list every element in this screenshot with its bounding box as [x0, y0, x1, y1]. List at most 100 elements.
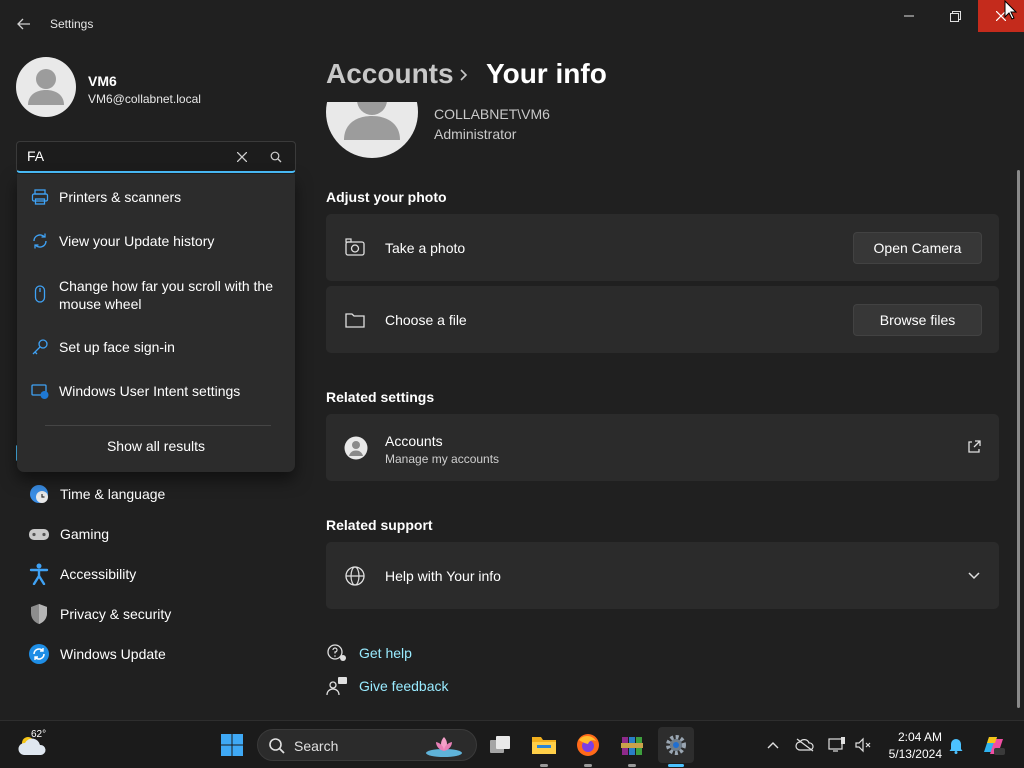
minimize-button[interactable] — [886, 0, 932, 32]
firefox-icon — [577, 734, 599, 756]
show-hidden-icons-button[interactable] — [762, 734, 784, 756]
restore-icon — [949, 10, 961, 22]
user-icon — [28, 69, 64, 105]
take-photo-label: Take a photo — [385, 240, 466, 256]
user-circle-icon — [344, 436, 368, 460]
copilot-icon — [984, 737, 1005, 755]
winrar-button[interactable] — [614, 727, 650, 763]
scrollbar[interactable] — [1017, 170, 1020, 708]
monitor-shield-icon — [31, 382, 49, 400]
search-result-label: Windows User Intent settings — [59, 383, 241, 399]
minimize-icon — [904, 15, 914, 17]
file-explorer-button[interactable] — [526, 727, 562, 763]
get-help-label: Get help — [359, 645, 412, 661]
search-icon — [270, 151, 282, 163]
folder-icon — [532, 737, 556, 754]
lotus-icon — [426, 737, 462, 757]
shield-icon — [24, 603, 54, 625]
sidebar-item-privacy-security[interactable]: Privacy & security — [20, 596, 280, 632]
app-title: Settings — [50, 17, 94, 31]
get-help-link[interactable]: Get help — [326, 642, 412, 664]
onedrive-tray-icon[interactable] — [794, 734, 816, 756]
volume-muted-icon — [855, 737, 871, 753]
volume-tray-icon[interactable] — [852, 734, 874, 756]
sidebar-item-label: Gaming — [60, 526, 110, 542]
sidebar-item-label: Time & language — [60, 486, 166, 502]
key-icon — [31, 338, 49, 356]
accessibility-icon — [24, 563, 54, 585]
sidebar-item-windows-update[interactable]: Windows Update — [20, 636, 280, 672]
firefox-button[interactable] — [570, 727, 606, 763]
help-label: Help with Your info — [385, 568, 501, 584]
open-external-icon — [966, 439, 984, 457]
taskbar-search[interactable]: Search — [257, 729, 477, 761]
close-icon — [237, 152, 247, 162]
windows-logo-icon — [221, 734, 243, 756]
globe-icon — [344, 565, 366, 587]
accounts-link-label: Accounts — [385, 433, 443, 449]
restore-button[interactable] — [932, 0, 978, 32]
profile-email: VM6@collabnet.local — [88, 92, 201, 106]
title-bar: Settings — [0, 0, 1024, 48]
sidebar-item-gaming[interactable]: Gaming — [20, 516, 280, 552]
breadcrumb-parent[interactable]: Accounts — [326, 58, 454, 90]
give-feedback-label: Give feedback — [359, 678, 449, 694]
open-camera-button[interactable]: Open Camera — [853, 232, 982, 264]
running-indicator — [628, 764, 636, 767]
divider — [45, 425, 271, 426]
avatar — [16, 57, 76, 117]
help-expander[interactable]: Help with Your info — [326, 542, 999, 609]
search-result-label: View your Update history — [59, 233, 215, 249]
chevron-down-icon — [966, 567, 984, 585]
archive-books-icon — [621, 737, 643, 755]
sidebar-item-time-language[interactable]: Time & language — [20, 476, 280, 512]
search-button[interactable] — [267, 148, 285, 166]
search-result-label: Set up face sign-in — [59, 339, 175, 355]
clock-time[interactable]: 2:04 AM — [884, 730, 942, 744]
account-role: Administrator — [434, 126, 517, 142]
browse-files-button[interactable]: Browse files — [853, 304, 982, 336]
search-input[interactable] — [27, 148, 227, 164]
active-indicator — [668, 764, 684, 767]
help-chat-icon — [326, 643, 348, 663]
temperature: 62° — [31, 729, 47, 740]
sidebar-item-label: Windows Update — [60, 646, 166, 662]
account-domain: COLLABNET\VM6 — [434, 106, 550, 122]
search-result-label: Change how far you scroll with the mouse… — [59, 278, 273, 312]
accounts-link-card[interactable]: Accounts Manage my accounts — [326, 414, 999, 481]
copilot-button[interactable] — [980, 732, 1006, 758]
task-view-button[interactable] — [482, 727, 518, 763]
globe-clock-icon — [24, 483, 54, 505]
choose-file-label: Choose a file — [385, 312, 467, 328]
taskbar-search-label: Search — [294, 738, 339, 754]
search-result-label: Printers & scanners — [59, 189, 182, 205]
camera-icon — [344, 237, 366, 259]
sync-icon — [31, 232, 49, 250]
gamepad-icon — [24, 523, 54, 545]
search-suggestions: Printers & scanners View your Update his… — [17, 174, 295, 472]
feedback-icon — [326, 676, 348, 696]
search-box[interactable] — [16, 141, 296, 173]
arrow-left-icon — [17, 18, 30, 30]
give-feedback-link[interactable]: Give feedback — [326, 675, 449, 697]
clear-search-button[interactable] — [233, 148, 251, 166]
start-button[interactable] — [214, 727, 250, 763]
notifications-button[interactable] — [945, 734, 967, 756]
back-button[interactable] — [10, 12, 38, 36]
take-photo-card: Take a photo Open Camera — [326, 214, 999, 281]
section-title-adjust-photo: Adjust your photo — [326, 189, 447, 205]
bell-icon — [949, 739, 963, 754]
sidebar-item-accessibility[interactable]: Accessibility — [20, 556, 280, 592]
cloud-off-icon — [795, 738, 814, 752]
chevron-right-icon — [456, 64, 472, 86]
sidebar-item-label: Privacy & security — [60, 606, 172, 622]
settings-taskbar-button[interactable] — [658, 727, 694, 763]
running-indicator — [540, 764, 548, 767]
printer-icon — [31, 188, 49, 206]
clock-date[interactable]: 5/13/2024 — [878, 747, 942, 761]
mouse-cursor — [1004, 0, 1018, 20]
show-all-results-button[interactable]: Show all results — [17, 438, 295, 454]
network-tray-icon[interactable] — [826, 734, 848, 756]
task-view-icon — [490, 736, 510, 753]
running-indicator — [584, 764, 592, 767]
